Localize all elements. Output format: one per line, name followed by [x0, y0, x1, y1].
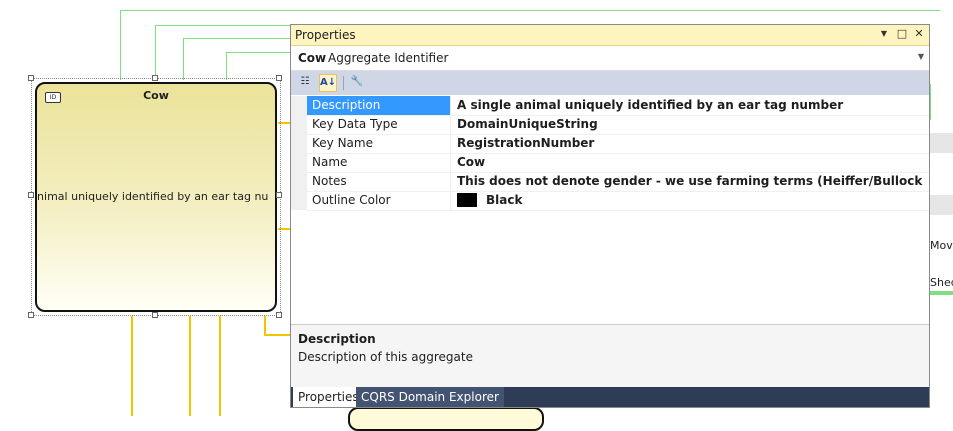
wrench-icon[interactable]: 🔧 [348, 74, 366, 92]
object-type: Aggregate Identifier [328, 51, 449, 65]
toolbar-divider [343, 76, 344, 90]
chevron-down-icon[interactable]: ▼ [877, 27, 891, 41]
window-title: Properties [295, 28, 356, 42]
connector-line [264, 334, 292, 336]
property-value[interactable]: Black [457, 191, 925, 210]
property-row-outline-color[interactable]: Outline Color Black [307, 191, 929, 211]
description-pane: Description Description of this aggregat… [291, 324, 929, 387]
property-value[interactable]: DomainUniqueString [457, 115, 925, 134]
property-grid: Description A single animal uniquely ide… [291, 96, 929, 324]
close-icon[interactable]: ✕ [912, 27, 926, 41]
property-row-key-data-type[interactable]: Key Data Type DomainUniqueString [307, 115, 929, 135]
connector-line [264, 316, 266, 336]
connector-line [120, 10, 121, 80]
background-shape [348, 407, 544, 431]
property-row-notes[interactable]: Notes This does not denote gender - we u… [307, 172, 929, 192]
tab-properties[interactable]: Properties [293, 387, 364, 407]
resize-handle[interactable] [28, 192, 34, 198]
tab-cqrs-domain-explorer[interactable]: CQRS Domain Explorer [356, 387, 504, 407]
alphabetical-sort-icon[interactable]: A↓ [319, 74, 337, 92]
property-value[interactable]: This does not denote gender - we use far… [457, 172, 925, 191]
shape-title: Cow [143, 89, 169, 102]
background-shape [930, 133, 953, 153]
color-name: Black [486, 193, 523, 207]
connector-line [183, 38, 184, 80]
resize-handle[interactable] [152, 312, 158, 318]
resize-handle[interactable] [28, 312, 34, 318]
property-value[interactable]: Cow [457, 153, 925, 172]
connector-line [155, 25, 156, 80]
property-name: Notes [307, 172, 451, 191]
property-row-name[interactable]: Name Cow [307, 153, 929, 173]
properties-window: Properties ▼ □ ✕ Cow Aggregate Identifie… [290, 24, 930, 408]
resize-handle[interactable] [276, 75, 282, 81]
background-shape [930, 195, 953, 215]
connector-line [219, 316, 221, 416]
connector-line [131, 316, 133, 416]
connector-line [183, 38, 293, 39]
properties-title-bar[interactable]: Properties ▼ □ ✕ [291, 25, 929, 46]
connector-line [189, 316, 191, 416]
property-value[interactable]: A single animal uniquely identified by a… [457, 96, 925, 115]
property-value[interactable]: RegistrationNumber [457, 134, 925, 153]
property-name: Outline Color [307, 191, 451, 210]
shape-description: le animal uniquely identified by an ear … [35, 190, 269, 203]
property-row-description[interactable]: Description A single animal uniquely ide… [307, 96, 929, 116]
chevron-down-icon[interactable]: ▼ [918, 52, 924, 61]
grid-gutter [291, 96, 307, 210]
resize-handle[interactable] [28, 75, 34, 81]
resize-handle[interactable] [276, 192, 282, 198]
description-title: Description [298, 332, 376, 346]
connector-line [226, 52, 227, 80]
connector-line [930, 291, 953, 295]
background-shape [930, 84, 953, 120]
canvas-text-shed: Shed [930, 276, 953, 289]
property-name: Description [307, 96, 451, 115]
color-swatch [457, 193, 477, 207]
maximize-icon[interactable]: □ [895, 27, 909, 41]
connector-line [226, 52, 292, 53]
categorized-icon[interactable]: ☷ [296, 74, 314, 92]
property-name: Key Name [307, 134, 451, 153]
object-selector[interactable]: Cow Aggregate Identifier ▼ [291, 46, 929, 71]
aggregate-shape-cow[interactable]: ID Cow le animal uniquely identified by … [35, 82, 277, 312]
tool-window-tabs: Properties CQRS Domain Explorer [291, 387, 929, 407]
properties-toolbar: ☷ A↓ 🔧 [291, 71, 929, 95]
connector-line [155, 25, 295, 26]
property-row-key-name[interactable]: Key Name RegistrationNumber [307, 134, 929, 154]
canvas-text-move: Move [930, 239, 953, 252]
object-name: Cow [298, 51, 327, 65]
property-name: Name [307, 153, 451, 172]
resize-handle[interactable] [152, 75, 158, 81]
property-name: Key Data Type [307, 115, 451, 134]
connector-line [120, 10, 940, 11]
description-text: Description of this aggregate [298, 350, 473, 364]
resize-handle[interactable] [276, 312, 282, 318]
